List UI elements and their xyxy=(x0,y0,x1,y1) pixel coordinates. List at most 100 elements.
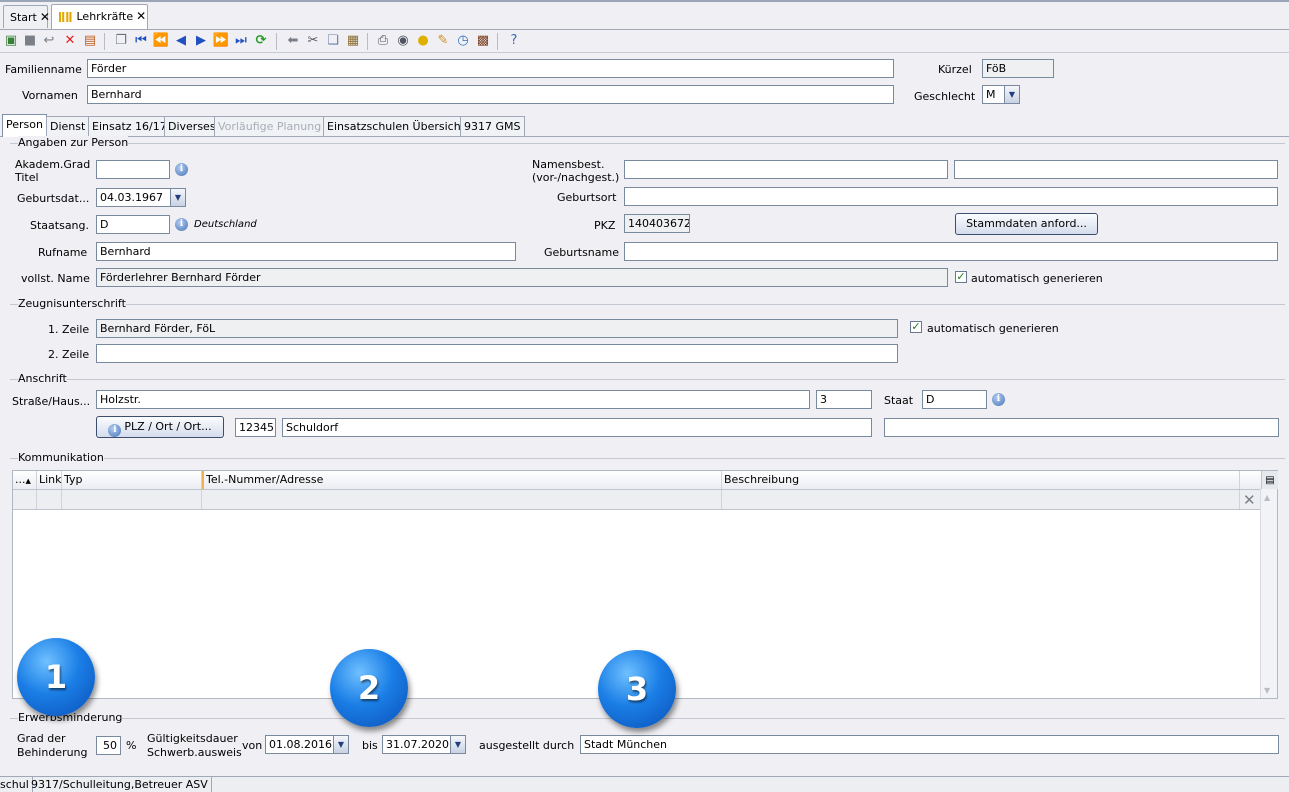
filter-cell[interactable] xyxy=(202,490,722,509)
table-scrollbar[interactable]: ▲ ▼ xyxy=(1260,489,1277,698)
zeile2-field[interactable] xyxy=(96,344,898,363)
group-title: Angaben zur Person xyxy=(18,136,129,149)
ausgestellt-field[interactable]: Stadt München xyxy=(580,735,1279,754)
scroll-down-icon[interactable]: ▼ xyxy=(1264,686,1270,695)
clock-icon[interactable]: ◷ xyxy=(455,33,471,49)
paste-icon[interactable]: ▦ xyxy=(345,33,361,49)
ortsteil-field[interactable] xyxy=(884,418,1279,437)
clean-icon[interactable]: ✎ xyxy=(435,33,451,49)
grad-field[interactable]: 50 xyxy=(96,736,121,755)
vornamen-label: Vornamen xyxy=(22,89,78,102)
bis-date-value: 31.07.2020 xyxy=(386,738,449,751)
discard-icon[interactable]: ▤ xyxy=(82,33,98,49)
tab-gms[interactable]: 9317 GMS xyxy=(460,116,525,136)
chevron-down-icon[interactable]: ▼ xyxy=(333,736,348,753)
akadem-grad-field[interactable] xyxy=(96,160,170,179)
zeile1-label: 1. Zeile xyxy=(48,323,90,336)
cut-icon[interactable]: ✂ xyxy=(305,33,321,49)
copy-icon[interactable]: ❏ xyxy=(325,33,341,49)
geschlecht-select[interactable]: M ▼ xyxy=(982,85,1020,104)
strasse-field[interactable]: Holzstr. xyxy=(96,390,810,409)
prev-icon[interactable]: ◀ xyxy=(173,33,189,49)
copy-record-icon[interactable]: ❐ xyxy=(113,33,129,49)
ausgestellt-label: ausgestellt durch xyxy=(479,739,575,752)
last-icon[interactable]: ⏭ xyxy=(233,33,249,49)
next-page-icon[interactable]: ⏩ xyxy=(213,33,229,49)
geburtsort-field[interactable] xyxy=(624,187,1278,206)
familienname-field[interactable]: Förder xyxy=(87,59,894,78)
column-chooser-icon[interactable]: ▤ xyxy=(1261,471,1278,489)
bis-label: bis xyxy=(362,739,378,752)
person-card-icon[interactable]: ▩ xyxy=(475,33,491,49)
plz-ort-button[interactable]: i PLZ / Ort / Ort... xyxy=(96,416,224,438)
callout-3: 3 xyxy=(598,650,676,728)
auto-generate-name-checkbox[interactable]: ✓ xyxy=(955,271,967,283)
tab-dienst[interactable]: Dienst xyxy=(46,116,90,136)
column-header-beschreibung[interactable]: Beschreibung xyxy=(722,471,1240,489)
chevron-down-icon[interactable]: ▼ xyxy=(170,189,185,206)
first-icon[interactable]: ⏮ xyxy=(133,33,149,49)
info-icon[interactable]: i xyxy=(175,163,188,176)
doc-tab-lehrkraefte[interactable]: ǁǁ Lehrkräfte ✕ xyxy=(51,4,148,29)
filter-cell[interactable] xyxy=(62,490,202,509)
delete-icon[interactable]: ✕ xyxy=(62,33,78,49)
namensbest-nach-field[interactable] xyxy=(954,160,1278,179)
tab-person[interactable]: Person xyxy=(2,114,47,137)
print-icon[interactable]: ⎙ xyxy=(375,33,391,49)
info-icon[interactable]: i xyxy=(992,393,1005,406)
bis-date-field[interactable]: 31.07.2020 ▼ xyxy=(382,735,466,754)
undo-icon[interactable]: ↩ xyxy=(41,33,57,49)
ort-field[interactable]: Schuldorf xyxy=(282,418,872,437)
toolbar: ▣ ■ ↩ ✕ ▤ ❐ ⏮ ⏪ ◀ ▶ ⏩ ⏭ ⟳ ⬅ ✂ ❏ ▦ ⎙ ◉ ● … xyxy=(0,30,1289,53)
column-header-link[interactable]: Link xyxy=(37,471,62,489)
hausnummer-field[interactable]: 3 xyxy=(816,390,872,409)
filter-cell[interactable] xyxy=(37,490,62,509)
refresh-icon[interactable]: ⟳ xyxy=(253,33,269,49)
scroll-up-icon[interactable]: ▲ xyxy=(1264,493,1270,502)
geburtsdatum-field[interactable]: 04.03.1967 ▼ xyxy=(96,188,186,207)
hint-icon[interactable]: ● xyxy=(415,33,431,49)
clear-filter-icon[interactable]: ✕ xyxy=(1243,491,1256,509)
back-icon[interactable]: ⬅ xyxy=(285,33,301,49)
zeile1-field[interactable]: Bernhard Förder, FöL xyxy=(96,319,898,338)
column-header-telefon[interactable]: Tel.-Nummer/Adresse xyxy=(202,471,722,489)
next-icon[interactable]: ▶ xyxy=(193,33,209,49)
von-date-field[interactable]: 01.08.2016 ▼ xyxy=(265,735,349,754)
vollst-name-field[interactable]: Förderlehrer Bernhard Förder xyxy=(96,268,948,287)
preview-icon[interactable]: ◉ xyxy=(395,33,411,49)
filter-cell[interactable] xyxy=(13,490,37,509)
namensbest-vor-field[interactable] xyxy=(624,160,948,179)
gueltigkeit-label: Gültigkeitsdauer Schwerb.ausweis xyxy=(147,732,242,759)
geburtsname-field[interactable] xyxy=(624,242,1278,261)
pkz-field[interactable]: 140403672 xyxy=(624,214,690,233)
staatsang-field[interactable]: D xyxy=(96,215,170,234)
save-icon[interactable]: ■ xyxy=(22,33,38,49)
chevron-down-icon[interactable]: ▼ xyxy=(450,736,465,753)
tab-einsatz[interactable]: Einsatz 16/17 xyxy=(88,116,171,136)
rufname-field[interactable]: Bernhard xyxy=(96,242,516,261)
doc-tab-start[interactable]: Start ✕ xyxy=(3,5,50,28)
column-header-sort[interactable]: ...▲ xyxy=(13,471,37,489)
help-icon[interactable]: ? xyxy=(506,33,522,49)
column-header-typ[interactable]: Typ xyxy=(62,471,202,489)
auto-generate-label: automatisch generieren xyxy=(927,322,1059,335)
von-label: von xyxy=(242,739,263,752)
tab-einsatzschulen[interactable]: Einsatzschulen Übersicht xyxy=(323,116,469,136)
vornamen-field[interactable]: Bernhard xyxy=(87,85,894,104)
tab-diverses[interactable]: Diverses xyxy=(164,116,220,136)
column-header-label: ... xyxy=(15,473,26,486)
filter-cell[interactable] xyxy=(722,490,1240,509)
close-icon[interactable]: ✕ xyxy=(40,10,50,24)
geburtsdatum-value: 04.03.1967 xyxy=(100,191,163,204)
staatsang-hint: Deutschland xyxy=(194,219,257,230)
new-record-icon[interactable]: ▣ xyxy=(3,33,19,49)
staat-field[interactable]: D xyxy=(922,390,987,409)
info-icon[interactable]: i xyxy=(175,218,188,231)
auto-generate-zeugnis-checkbox[interactable]: ✓ xyxy=(910,321,922,333)
close-icon[interactable]: ✕ xyxy=(136,9,146,23)
prev-page-icon[interactable]: ⏪ xyxy=(153,33,169,49)
kuerzel-field[interactable]: FöB xyxy=(982,59,1054,78)
chevron-down-icon[interactable]: ▼ xyxy=(1004,86,1019,103)
stammdaten-anfordern-button[interactable]: Stammdaten anford... xyxy=(955,213,1098,235)
plz-field[interactable]: 12345 xyxy=(235,418,276,437)
